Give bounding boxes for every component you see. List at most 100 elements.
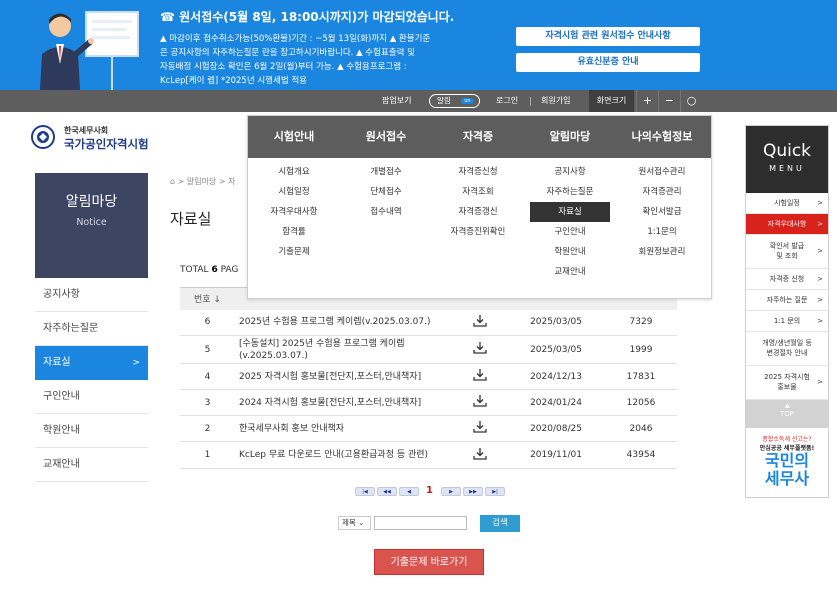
zoom-in-button[interactable]: +: [636, 90, 658, 112]
application-guide-button[interactable]: 자격시험 관련 원서접수 안내사항: [516, 27, 700, 46]
quick-item-faq[interactable]: 자주하는 질문 >: [746, 290, 828, 311]
submenu-item[interactable]: 확인서발급: [616, 202, 708, 222]
gnb-notice[interactable]: 알림마당: [524, 116, 616, 158]
submenu-item[interactable]: 자격증관리: [616, 182, 708, 202]
gnb-certificate[interactable]: 자격증: [432, 116, 524, 158]
login-link[interactable]: 로그인: [496, 90, 518, 112]
submenu-item[interactable]: 교재안내: [524, 262, 616, 282]
download-cell[interactable]: [452, 441, 507, 469]
submenu-item[interactable]: 합격률: [248, 222, 340, 242]
alarm-toggle[interactable]: 알림 on: [429, 94, 480, 108]
submenu-item[interactable]: 시험개요: [248, 162, 340, 182]
submenu-item[interactable]: 자격증신청: [432, 162, 524, 182]
sidebar-item-textbook[interactable]: 교재안내: [35, 448, 148, 482]
past-exams-button[interactable]: 기출문제 바로가기: [374, 549, 484, 575]
submenu-item[interactable]: 단체접수: [340, 182, 432, 202]
download-icon[interactable]: [472, 447, 487, 460]
row-title-link[interactable]: 2024 자격시험 홍보물[전단지,포스터,안내책자]: [235, 389, 452, 416]
table-row[interactable]: 5 [수동설치] 2025년 수험용 프로그램 케이렙(v.2025.03.07.…: [180, 335, 677, 364]
quick-item-certificate-issue[interactable]: 확인서 발급 및 조회 >: [746, 235, 828, 269]
download-icon[interactable]: [472, 395, 487, 407]
submenu-item[interactable]: 학원안내: [524, 242, 616, 262]
quick-item-preference[interactable]: 자격우대사항 >: [746, 214, 828, 235]
quick-item-promo[interactable]: 2025 자격시험 홍보물 >: [746, 366, 828, 400]
table-row[interactable]: 3 2024 자격시험 홍보물[전단지,포스터,안내책자] 2024/01/24 12…: [180, 389, 677, 416]
zoom-reset-button[interactable]: ○: [680, 90, 702, 112]
row-views: 2046: [605, 415, 677, 442]
table-row[interactable]: 6 2025년 수험용 프로그램 케이렙(v.2025.03.07.) 2025/0…: [180, 309, 677, 336]
submenu-item[interactable]: 원서접수관리: [616, 162, 708, 182]
download-cell[interactable]: [452, 389, 507, 416]
row-views: 43954: [605, 441, 677, 469]
submenu-item[interactable]: 회원정보관리: [616, 242, 708, 262]
download-cell[interactable]: [452, 415, 507, 442]
submenu-item[interactable]: 자료실: [530, 202, 610, 222]
prev-page-button[interactable]: ◀: [399, 487, 419, 496]
submenu-item[interactable]: 자격우대사항: [248, 202, 340, 222]
submenu-item[interactable]: 자격조회: [432, 182, 524, 202]
popup-link[interactable]: 팝업보기: [382, 90, 411, 112]
col-number[interactable]: 번호 ↓: [180, 287, 235, 310]
ad-line: 종합소득세 신고는?: [762, 436, 812, 443]
last-page-button[interactable]: ▶|: [485, 487, 505, 496]
scroll-top-button[interactable]: ▲ TOP: [746, 400, 828, 428]
quick-item-schedule[interactable]: 시험일정 >: [746, 193, 828, 214]
sidebar-item-academy[interactable]: 학원안내: [35, 414, 148, 448]
join-link[interactable]: 회원가입: [541, 90, 570, 112]
sidebar-item-faq[interactable]: 자주하는질문: [35, 312, 148, 346]
prev-block-button[interactable]: ◀◀: [377, 487, 397, 496]
download-icon[interactable]: [472, 314, 487, 327]
download-cell[interactable]: [452, 335, 507, 364]
quick-item-cert-apply[interactable]: 자격증 신청 >: [746, 269, 828, 290]
home-icon[interactable]: ⌂: [170, 177, 175, 186]
submenu-item[interactable]: 접수내역: [340, 202, 432, 222]
row-title-link[interactable]: 한국세무사회 홍보 안내책자: [235, 415, 452, 442]
row-date: 2024/01/24: [507, 389, 605, 416]
table-row[interactable]: 2 한국세무사회 홍보 안내책자 2020/08/25 2046: [180, 415, 677, 442]
banner-body: ▲ 마감이후 접수취소가능(50%환불)기간 : ~5월 13일(화)까지 ▲ …: [160, 32, 505, 88]
submenu-item[interactable]: 개별접수: [340, 162, 432, 182]
table-row[interactable]: 4 2025 자격시험 홍보물[전단지,포스터,안내책자] 2024/12/13 17…: [180, 363, 677, 390]
download-icon[interactable]: [472, 369, 487, 381]
submenu-item[interactable]: 자격증갱신: [432, 202, 524, 222]
row-title-link[interactable]: KcLep 무료 다운로드 안내(고용환급과정 등 관련): [235, 441, 452, 469]
next-block-button[interactable]: ▶▶: [463, 487, 483, 496]
submenu-item[interactable]: 1:1문의: [616, 222, 708, 242]
row-date: 2025/03/05: [507, 335, 605, 364]
id-guide-button[interactable]: 유효신분증 안내: [516, 53, 700, 72]
zoom-out-button[interactable]: −: [658, 90, 680, 112]
sidebar-item-jobs[interactable]: 구인안내: [35, 380, 148, 414]
search-field-select[interactable]: 제목 ⌄: [338, 516, 371, 530]
gnb-my-info[interactable]: 나의수험정보: [616, 116, 708, 158]
download-cell[interactable]: [452, 309, 507, 336]
current-page[interactable]: 1: [426, 485, 433, 496]
quick-item-change-info[interactable]: 개명/생년월일 등 변경절차 안내: [746, 332, 828, 366]
download-icon[interactable]: [472, 421, 487, 433]
row-title-link[interactable]: 2025년 수험용 프로그램 케이렙(v.2025.03.07.): [235, 309, 452, 336]
first-page-button[interactable]: |◀: [355, 487, 375, 496]
sidebar-item-label: 자주하는질문: [43, 323, 99, 334]
submenu-item[interactable]: 공지사항: [524, 162, 616, 182]
submenu-item[interactable]: 기출문제: [248, 242, 340, 262]
quick-item-inquiry[interactable]: 1:1 문의 >: [746, 311, 828, 332]
submenu-item[interactable]: 자주하는질문: [524, 182, 616, 202]
sidebar-item-notice[interactable]: 공지사항: [35, 278, 148, 312]
next-page-button[interactable]: ▶: [441, 487, 461, 496]
alarm-label: 알림: [437, 96, 451, 105]
gnb-application[interactable]: 원서접수: [340, 116, 432, 158]
table-row[interactable]: 1 KcLep 무료 다운로드 안내(고용환급과정 등 관련) 2019/11/01…: [180, 441, 677, 469]
download-icon[interactable]: [472, 342, 487, 354]
sidebar-item-archive[interactable]: 자료실 >: [35, 346, 148, 380]
total-count: TOTAL 6 PAG: [180, 265, 238, 275]
archive-table: 번호 ↓ 6 2025년 수험용 프로그램 케이렙(v.2025.03.07.) 2…: [180, 287, 677, 469]
submenu-item[interactable]: 구인안내: [524, 222, 616, 242]
tax-platform-ad[interactable]: 종합소득세 신고는? 안심공공 세무플랫폼! 국민의 세무사: [746, 428, 828, 494]
submenu-item[interactable]: 자격증진위확인: [432, 222, 524, 242]
gnb-exam-info[interactable]: 시험안내: [248, 116, 340, 158]
search-button[interactable]: 검색: [480, 515, 520, 532]
download-cell[interactable]: [452, 363, 507, 390]
row-title-link[interactable]: 2025 자격시험 홍보물[전단지,포스터,안내책자]: [235, 363, 452, 390]
row-title-link[interactable]: [수동설치] 2025년 수험용 프로그램 케이렙(v.2025.03.07.): [235, 335, 452, 364]
submenu-item[interactable]: 시험일정: [248, 182, 340, 202]
search-input[interactable]: [374, 516, 467, 530]
